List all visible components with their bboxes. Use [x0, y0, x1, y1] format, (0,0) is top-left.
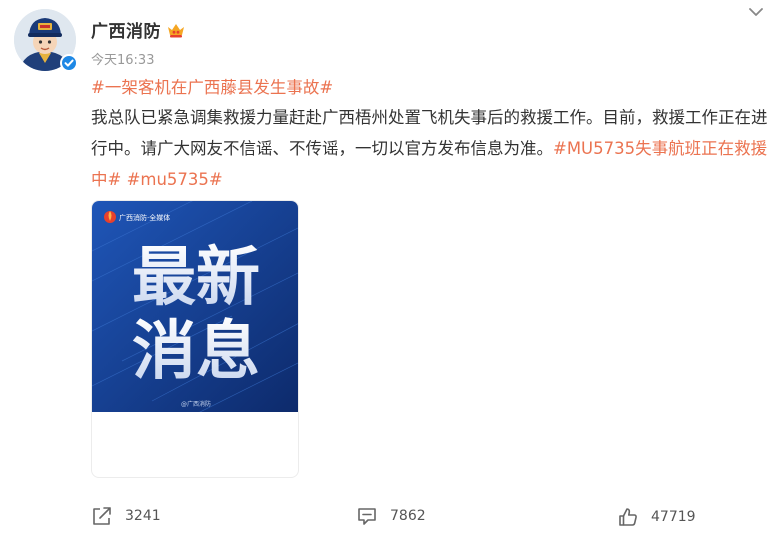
weibo-post: 广西消防 今天16:33 #一架客机在广西藤县发生事故# 我总队已紧急调集救援力… — [0, 0, 779, 541]
image-headline-2: 消息 — [132, 315, 260, 389]
comment-count: 7862 — [390, 508, 426, 524]
image-brand-text: 广西消防·全媒体 — [119, 213, 170, 222]
post-time[interactable]: 今天16:33 — [91, 49, 154, 68]
comment-icon — [358, 508, 376, 525]
latest-news-image[interactable]: 广西消防·全媒体 最新 消息 @广西消防 — [92, 201, 299, 412]
post-body: 我总队已紧急调集救援力量赶赴广西梧州处置飞机失事后的救援工作。目前，救援工作正在… — [91, 102, 771, 195]
verified-badge-icon — [60, 54, 78, 72]
repost-icon — [93, 507, 111, 525]
vip-crown-icon[interactable] — [166, 20, 186, 40]
image-watermark: @广西消防 — [181, 400, 211, 408]
image-card[interactable]: 广西消防·全媒体 最新 消息 @广西消防 — [91, 200, 299, 478]
repost-count: 3241 — [125, 508, 161, 524]
author-avatar[interactable] — [14, 9, 78, 72]
chevron-down-icon[interactable] — [747, 3, 765, 21]
author-name-row: 广西消防 — [91, 17, 186, 42]
comment-button[interactable]: 7862 — [356, 505, 426, 527]
like-count: 47719 — [651, 509, 696, 525]
tag-mu5735[interactable]: #mu5735# — [127, 170, 223, 189]
like-button[interactable]: 47719 — [617, 506, 696, 528]
repost-button[interactable]: 3241 — [91, 505, 161, 527]
image-headline-1: 最新 — [132, 241, 260, 315]
topic-link[interactable]: #一架客机在广西藤县发生事故# — [91, 74, 333, 98]
author-name[interactable]: 广西消防 — [91, 17, 161, 42]
thumbs-up-icon — [619, 508, 637, 526]
